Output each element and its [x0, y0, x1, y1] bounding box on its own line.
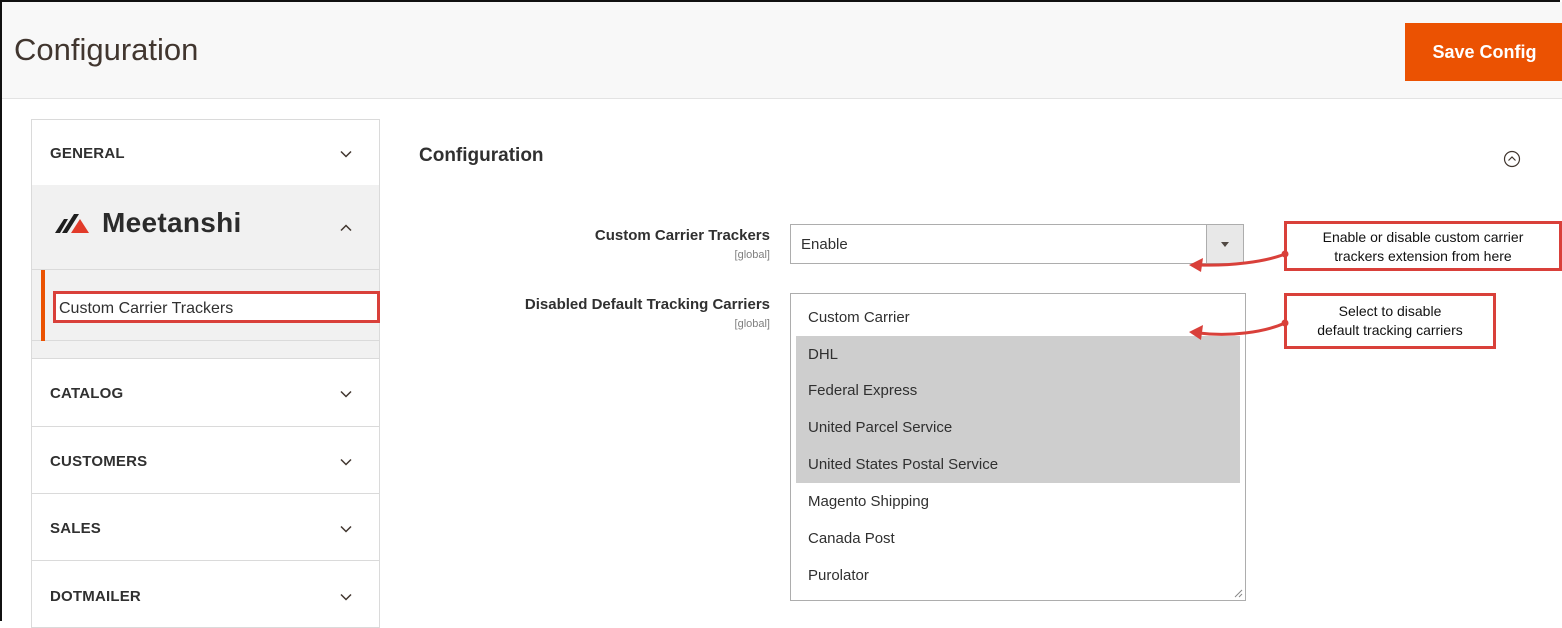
tab-label: CATALOG [50, 385, 124, 402]
tab-catalog[interactable]: CATALOG [31, 358, 380, 427]
scope-label: [global] [734, 318, 770, 330]
option-label: Federal Express [808, 382, 918, 399]
disabled-carriers-label: Disabled Default Tracking Carriers [524, 296, 770, 313]
option-federal-express[interactable]: Federal Express [796, 372, 1240, 409]
page-title: Configuration [14, 32, 199, 67]
tab-label: CUSTOMERS [50, 453, 148, 470]
save-config-button[interactable]: Save Config [1405, 23, 1562, 81]
custom-carrier-trackers-select[interactable]: Enable [790, 224, 1244, 264]
disabled-carriers-multiselect[interactable]: Custom Carrier DHL Federal Express Unite… [790, 293, 1246, 601]
meetanshi-logo: Meetanshi [54, 207, 242, 239]
tab-customers[interactable]: CUSTOMERS [31, 426, 380, 494]
tab-general[interactable]: GENERAL [31, 119, 380, 186]
option-purolator[interactable]: Purolator [796, 557, 1240, 594]
chevron-down-icon [340, 593, 352, 601]
section-title[interactable]: Configuration [419, 145, 544, 167]
callout-line: Select to disable [1338, 303, 1442, 319]
option-label: Purolator [808, 567, 869, 584]
scope-label: [global] [734, 249, 770, 261]
option-label: Canada Post [808, 530, 895, 547]
annotation-arrow-icon [1189, 319, 1289, 340]
chevron-down-icon [340, 150, 352, 158]
resize-handle-icon[interactable] [1233, 588, 1243, 598]
callout-line: default tracking carriers [1317, 322, 1463, 338]
annotation-callout-enable: Enable or disable custom carrier tracker… [1284, 221, 1562, 271]
callout-line: trackers extension from here [1334, 248, 1512, 264]
tab-label: DOTMAILER [50, 588, 141, 605]
select-value: Enable [801, 236, 848, 253]
tab-meetanshi[interactable]: Meetanshi [31, 185, 380, 270]
option-dhl[interactable]: DHL [796, 336, 1240, 373]
sidebar-item-label: Custom Carrier Trackers [59, 300, 234, 317]
page-header: Configuration Save Config [2, 2, 1562, 99]
option-custom-carrier[interactable]: Custom Carrier [796, 299, 1240, 336]
option-canada-post[interactable]: Canada Post [796, 520, 1240, 557]
meetanshi-submenu: Custom Carrier Trackers [31, 270, 380, 341]
brand-name: Meetanshi [102, 207, 242, 238]
annotation-arrow-icon [1189, 250, 1289, 272]
option-united-parcel-service[interactable]: United Parcel Service [796, 409, 1240, 446]
sidebar-item-custom-carrier-trackers[interactable]: Custom Carrier Trackers [53, 291, 380, 323]
callout-line: Enable or disable custom carrier [1322, 229, 1524, 245]
option-magento-shipping[interactable]: Magento Shipping [796, 483, 1240, 520]
option-usps[interactable]: United States Postal Service [796, 446, 1240, 483]
active-indicator [41, 270, 45, 341]
tab-label: GENERAL [50, 145, 125, 162]
option-label: DHL [808, 346, 839, 363]
option-label: United Parcel Service [808, 419, 953, 436]
chevron-up-icon [340, 224, 352, 232]
custom-carrier-trackers-label: Custom Carrier Trackers [594, 227, 770, 244]
meetanshi-logo-icon [55, 214, 89, 233]
option-label: Custom Carrier [808, 309, 910, 326]
chevron-down-icon [340, 525, 352, 533]
tab-label: SALES [50, 520, 102, 537]
collapse-icon[interactable] [1503, 150, 1521, 168]
option-label: Magento Shipping [808, 493, 929, 510]
tab-sales[interactable]: SALES [31, 493, 380, 561]
option-label: United States Postal Service [808, 456, 999, 473]
tab-dotmailer[interactable]: DOTMAILER [31, 560, 380, 628]
caret-down-icon [1221, 242, 1229, 247]
annotation-callout-disable: Select to disable default tracking carri… [1284, 293, 1496, 349]
chevron-down-icon [340, 458, 352, 466]
chevron-down-icon [340, 390, 352, 398]
